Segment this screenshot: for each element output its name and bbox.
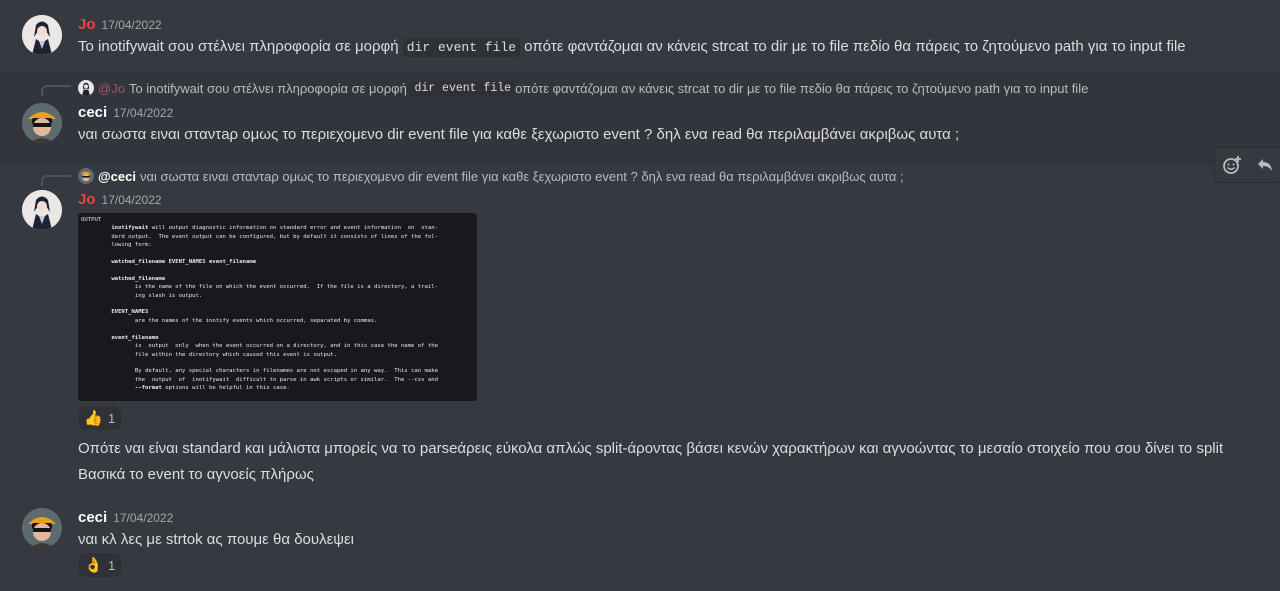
attachment-line: event_filename [111,334,159,341]
image-attachment[interactable]: OUTPUT inotifywait will output diagnosti… [78,213,477,401]
man-page-screenshot: OUTPUT inotifywait will output diagnosti… [78,213,477,396]
username[interactable]: Jo [78,191,96,208]
attachment-line: watched_filename EVENT_NAMES event_filen… [111,259,257,266]
avatar-ceci[interactable] [22,508,62,548]
username[interactable]: ceci [78,509,107,526]
add-reaction-icon[interactable] [1220,153,1244,177]
username[interactable]: Jo [78,16,96,33]
reply-inline-code: dir event file [410,80,516,96]
message-header: Jo 17/04/2022 [78,16,162,34]
ok-hand-icon: 👌 [84,557,103,574]
text-segment: Το inotifywait σου στέλνει πληροφορία σε… [78,38,403,55]
attachment-line: is output only when the event occurred o… [134,343,438,350]
timestamp: 17/04/2022 [101,18,162,32]
reply-connector [41,175,71,186]
reply-text: ναι σωστα ειναι σταντaρ ομως το περιεχομ… [139,168,904,184]
message-content: ναι σωστα ειναι σταντaρ ομως το περιεχομ… [78,126,960,143]
timestamp: 17/04/2022 [101,193,162,207]
inline-code: dir event file [402,38,521,57]
attachment-line: dard output. The event output can be con… [111,233,438,240]
attachment-line: inotifywait [111,225,149,232]
message-content: ναι κλ λες με strtok ας πουμε θα δουλεψε… [78,531,354,548]
attachment-line: is the name of the file on which the eve… [134,284,438,291]
timestamp: 17/04/2022 [113,511,174,525]
reply-mention[interactable]: @Jo [98,81,125,96]
attachment-line: ing slash is output. [134,292,203,299]
reply-preview[interactable]: @Jo Το inotifywait σου στέλνει πληροφορί… [78,80,1088,96]
reply-icon[interactable] [1253,153,1277,177]
reaction-count: 1 [108,557,116,573]
reply-mention[interactable]: @ceci [98,169,136,184]
reaction-thumbs-up[interactable]: 👍 1 [78,406,122,430]
message-header: ceci 17/04/2022 [78,104,173,122]
message-followup: Οπότε ναι είναι standard και μάλιστα μπο… [78,440,1224,457]
attachment-line: options will be helpful in this case. [161,385,290,392]
reply-preview[interactable]: @ceci ναι σωστα ειναι σταντaρ ομως το πε… [78,168,904,184]
message-content: Το inotifywait σου στέλνει πληροφορία σε… [78,38,1186,57]
message-header: Jo 17/04/2022 [78,191,162,209]
attachment-line: are the names of the inotify events whic… [134,317,378,324]
attachment-line: watched_filename [111,275,166,282]
reaction-ok-hand[interactable]: 👌 1 [78,553,122,577]
timestamp: 17/04/2022 [113,106,174,120]
reaction-count: 1 [108,410,116,426]
attachment-line: By default, any special characters in fi… [134,368,438,375]
reply-connector [41,85,71,96]
message-toolbar [1214,147,1280,183]
avatar-jo[interactable] [22,190,62,230]
attachment-line: file within the directory which caused t… [134,351,337,358]
attachment-line: OUTPUT [81,217,102,223]
text-segment: οπότε φαντάζομαι αν κάνεις strcat το dir… [520,38,1186,55]
message-followup: Βασικά το event το αγνοείς πλήρως [78,466,314,483]
reply-text: οπότε φαντάζομαι αν κάνεις strcat το dir… [515,80,1089,96]
avatar-ceci[interactable] [22,103,62,143]
username[interactable]: ceci [78,104,107,121]
attachment-line: will output diagnostic information on st… [148,225,438,232]
reply-avatar-ceci [78,168,94,184]
attachment-line: lowing form: [111,242,152,249]
attachment-line: EVENT_NAMES [111,309,149,316]
avatar-jo[interactable] [22,15,62,55]
reply-text: Το inotifywait σου στέλνει πληροφορία σε… [128,80,407,96]
thumbs-up-icon: 👍 [84,410,103,427]
attachment-line: --format [134,385,162,392]
message-header: ceci 17/04/2022 [78,509,173,527]
reply-avatar-jo [78,80,94,96]
attachment-line: the output of inotifywait difficult to p… [134,376,438,383]
